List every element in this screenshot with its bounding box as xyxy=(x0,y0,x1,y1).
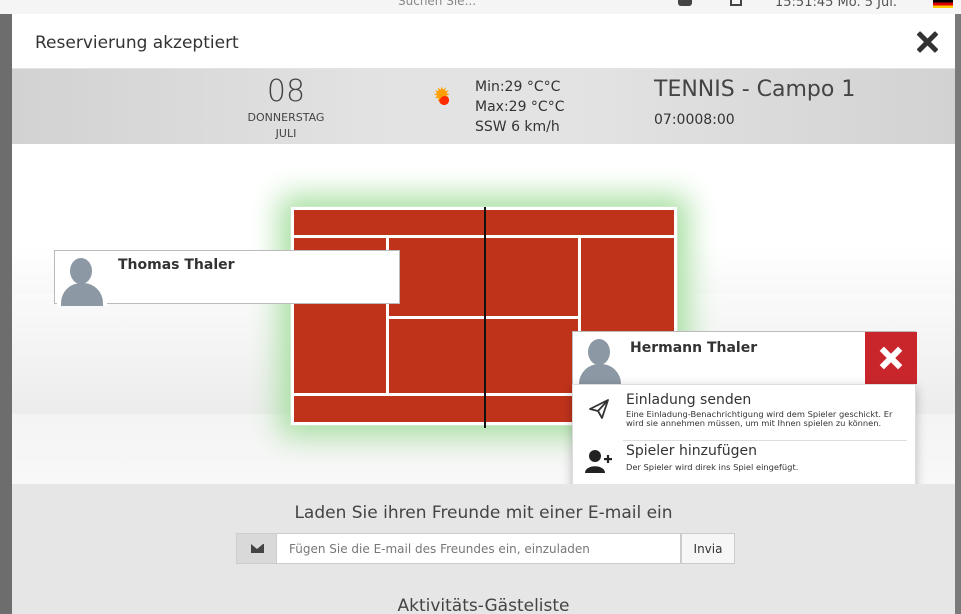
weather-info: Min:29 °C°C Max:29 °C°C SSW 6 km/h xyxy=(475,77,564,137)
grid-icon xyxy=(730,0,742,6)
email-input-group: Invia xyxy=(236,533,735,564)
weather-wind: SSW 6 km/h xyxy=(475,119,560,135)
reservation-modal: Reservierung akzeptiert 08 DONNERSTAG JU… xyxy=(12,14,955,614)
menu-item-title: Spieler hinzufügen xyxy=(626,443,758,459)
background-app-bar: Suchen Sie... 15:51:45 Mo. 5 Jul. xyxy=(0,0,961,14)
avatar-icon xyxy=(57,251,107,306)
avatar-icon xyxy=(575,332,625,387)
invite-title: Laden Sie ihren Freunde mit einer E-mail… xyxy=(294,503,673,523)
sun-core xyxy=(440,96,449,105)
court-time: 07:0008:00 xyxy=(654,112,735,128)
remove-player-button[interactable] xyxy=(865,332,917,384)
menu-item-title: Einladung senden xyxy=(626,392,752,408)
player-card-left[interactable]: Thomas Thaler xyxy=(54,250,400,306)
weather-min: Min:29 °C°C xyxy=(475,79,561,95)
player-action-menu: Einladung senden Eine Einladung-Benachri… xyxy=(572,384,916,494)
court-name: TENNIS - Campo 1 xyxy=(654,77,856,102)
email-addon xyxy=(236,533,277,564)
modal-title: Reservierung akzeptiert xyxy=(35,33,239,53)
background-search-text: Suchen Sie... xyxy=(398,0,477,8)
background-clock: 15:51:45 Mo. 5 Jul. xyxy=(775,0,897,10)
menu-item-desc: Eine Einladung-Benachrichtigung wird dem… xyxy=(626,409,893,428)
reservation-info-bar: 08 DONNERSTAG JULI Min:29 °C°C Max:29 °C… xyxy=(12,69,955,144)
court-net xyxy=(484,207,486,428)
menu-item-send-invitation[interactable]: Einladung senden Eine Einladung-Benachri… xyxy=(573,385,917,440)
email-field[interactable] xyxy=(277,533,681,564)
paper-plane-icon xyxy=(589,399,609,419)
date-day: 08 xyxy=(266,74,306,109)
modal-header: Reservierung akzeptiert xyxy=(12,14,955,69)
player-name-left: Thomas Thaler xyxy=(118,257,235,273)
date-month: JULI xyxy=(275,127,297,140)
date-weekday: DONNERSTAG xyxy=(247,111,325,124)
player-name-right: Hermann Thaler xyxy=(630,340,758,356)
weather-max: Max:29 °C°C xyxy=(475,99,565,115)
menu-item-desc: Der Spieler wird direk ins Spiel eingefü… xyxy=(626,462,799,472)
guest-list-title: Aktivitäts-Gästeliste xyxy=(397,596,570,614)
invite-button[interactable]: Invia xyxy=(681,533,735,564)
envelope-icon xyxy=(251,544,264,553)
invite-section: Laden Sie ihren Freunde mit einer E-mail… xyxy=(12,484,955,614)
paw-icon xyxy=(678,0,692,6)
add-user-icon xyxy=(585,450,612,473)
close-icon[interactable] xyxy=(913,28,941,56)
background-overlay-edge xyxy=(955,14,961,614)
flag-icon xyxy=(933,0,953,8)
